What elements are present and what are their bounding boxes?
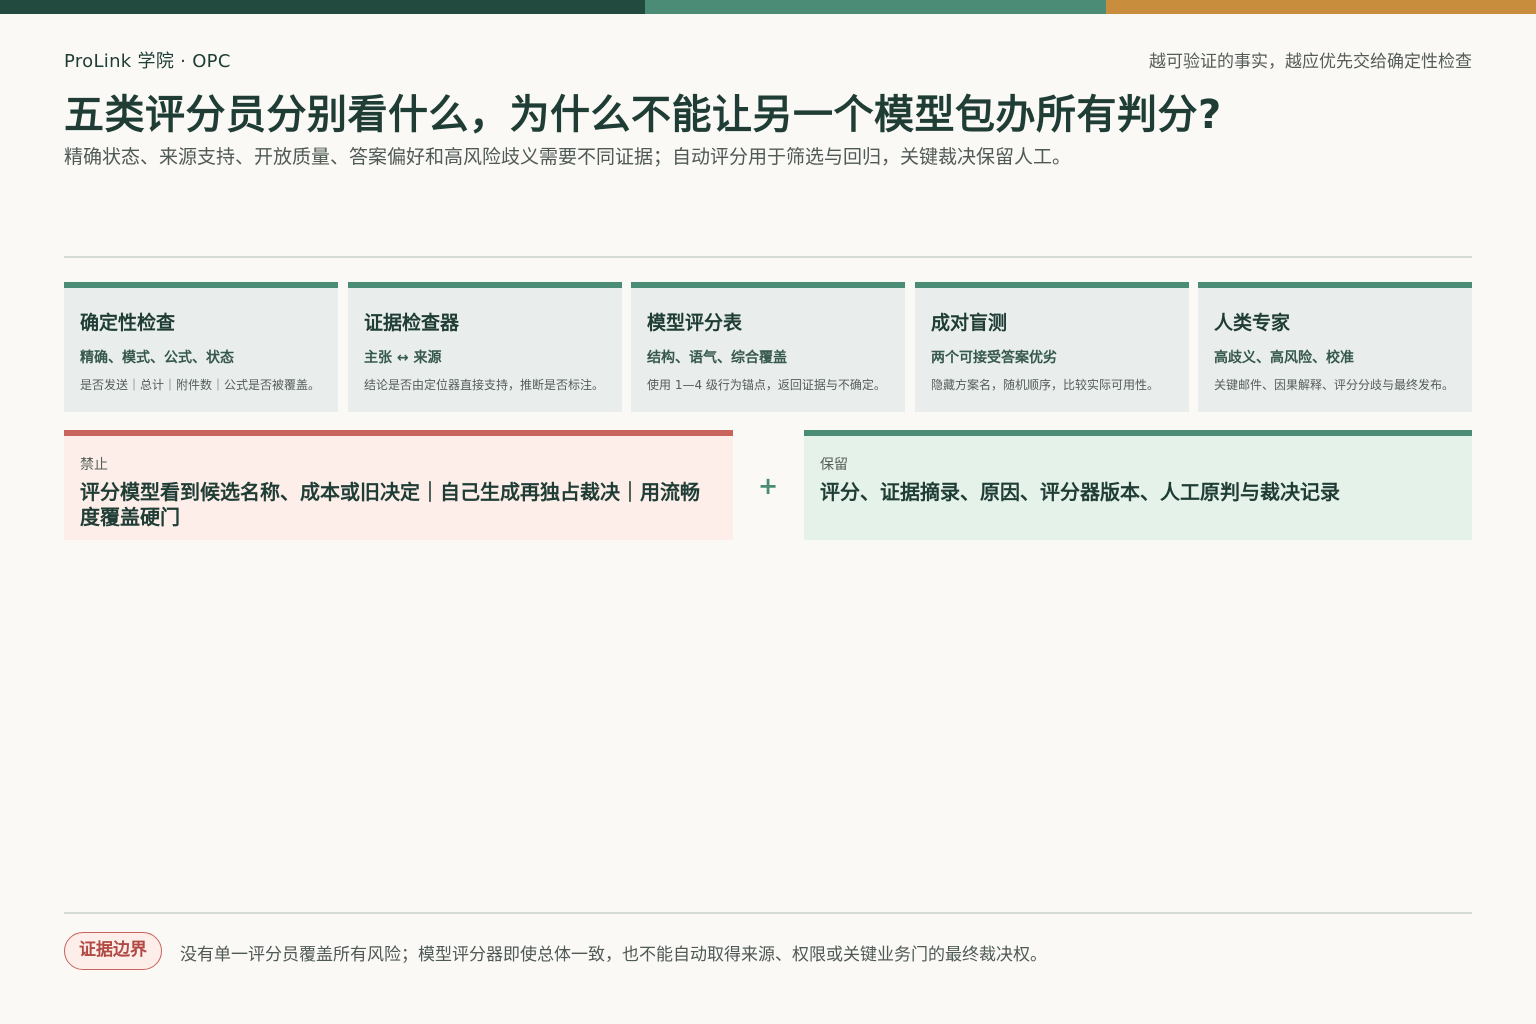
card-focus: 高歧义、高风险、校准 [1214,350,1354,366]
card-description: 关键邮件、因果解释、评分分歧与最终发布。 [1214,378,1455,392]
card-focus: 主张 ↔ 来源 [364,350,442,366]
card-title: 证据检查器 [364,312,460,334]
evidence-boundary-text: 没有单一评分员覆盖所有风险；模型评分器即使总体一致，也不能自动取得来源、权限或关… [180,945,1047,965]
card-pairwise-blind-test: 成对盲测 两个可接受答案优劣 隐藏方案名，随机顺序，比较实际可用性。 [915,282,1189,412]
tagline: 越可验证的事实，越应优先交给确定性检查 [1149,52,1472,72]
accent-segment-green [645,0,1106,14]
card-focus: 结构、语气、综合覆盖 [647,350,787,366]
card-focus: 精确、模式、公式、状态 [80,350,234,366]
card-title: 确定性检查 [80,312,176,334]
card-title: 模型评分表 [647,312,743,334]
page-title: 五类评分员分别看什么，为什么不能让另一个模型包办所有判分? [64,92,1222,138]
card-title: 成对盲测 [931,312,1008,334]
card-human-expert: 人类专家 高歧义、高风险、校准 关键邮件、因果解释、评分分歧与最终发布。 [1198,282,1472,412]
accent-segment-dark [0,0,645,14]
keep-label: 保留 [820,457,848,473]
card-description: 是否发送｜总计｜附件数｜公式是否被覆盖。 [80,378,321,392]
brand-label: ProLink 学院 · OPC [64,51,231,72]
plus-icon: + [757,472,779,500]
forbid-label: 禁止 [80,457,108,473]
top-divider [64,256,1472,258]
card-evidence-checker: 证据检查器 主张 ↔ 来源 结论是否由定位器直接支持，推断是否标注。 [348,282,622,412]
page-subtitle: 精确状态、来源支持、开放质量、答案偏好和高风险歧义需要不同证据；自动评分用于筛选… [64,146,1072,168]
evidence-boundary-badge: 证据边界 [64,932,162,970]
grader-cards: 确定性检查 精确、模式、公式、状态 是否发送｜总计｜附件数｜公式是否被覆盖。 证… [64,282,1472,412]
accent-segment-amber [1106,0,1536,14]
forbid-panel: 禁止 评分模型看到候选名称、成本或旧决定｜自己生成再独占裁决｜用流畅度覆盖硬门 [64,430,733,540]
card-model-rubric: 模型评分表 结构、语气、综合覆盖 使用 1—4 级行为锚点，返回证据与不确定。 [631,282,905,412]
card-description: 结论是否由定位器直接支持，推断是否标注。 [364,378,605,392]
top-accent-bar [0,0,1536,14]
card-focus: 两个可接受答案优劣 [931,350,1057,366]
card-deterministic-check: 确定性检查 精确、模式、公式、状态 是否发送｜总计｜附件数｜公式是否被覆盖。 [64,282,338,412]
forbid-text: 评分模型看到候选名称、成本或旧决定｜自己生成再独占裁决｜用流畅度覆盖硬门 [80,480,700,529]
keep-text: 评分、证据摘录、原因、评分器版本、人工原判与裁决记录 [820,480,1340,504]
card-description: 使用 1—4 级行为锚点，返回证据与不确定。 [647,378,886,392]
card-description: 隐藏方案名，随机顺序，比较实际可用性。 [931,378,1160,392]
bottom-divider [64,912,1472,914]
card-title: 人类专家 [1214,312,1291,334]
keep-panel: 保留 评分、证据摘录、原因、评分器版本、人工原判与裁决记录 [804,430,1472,540]
